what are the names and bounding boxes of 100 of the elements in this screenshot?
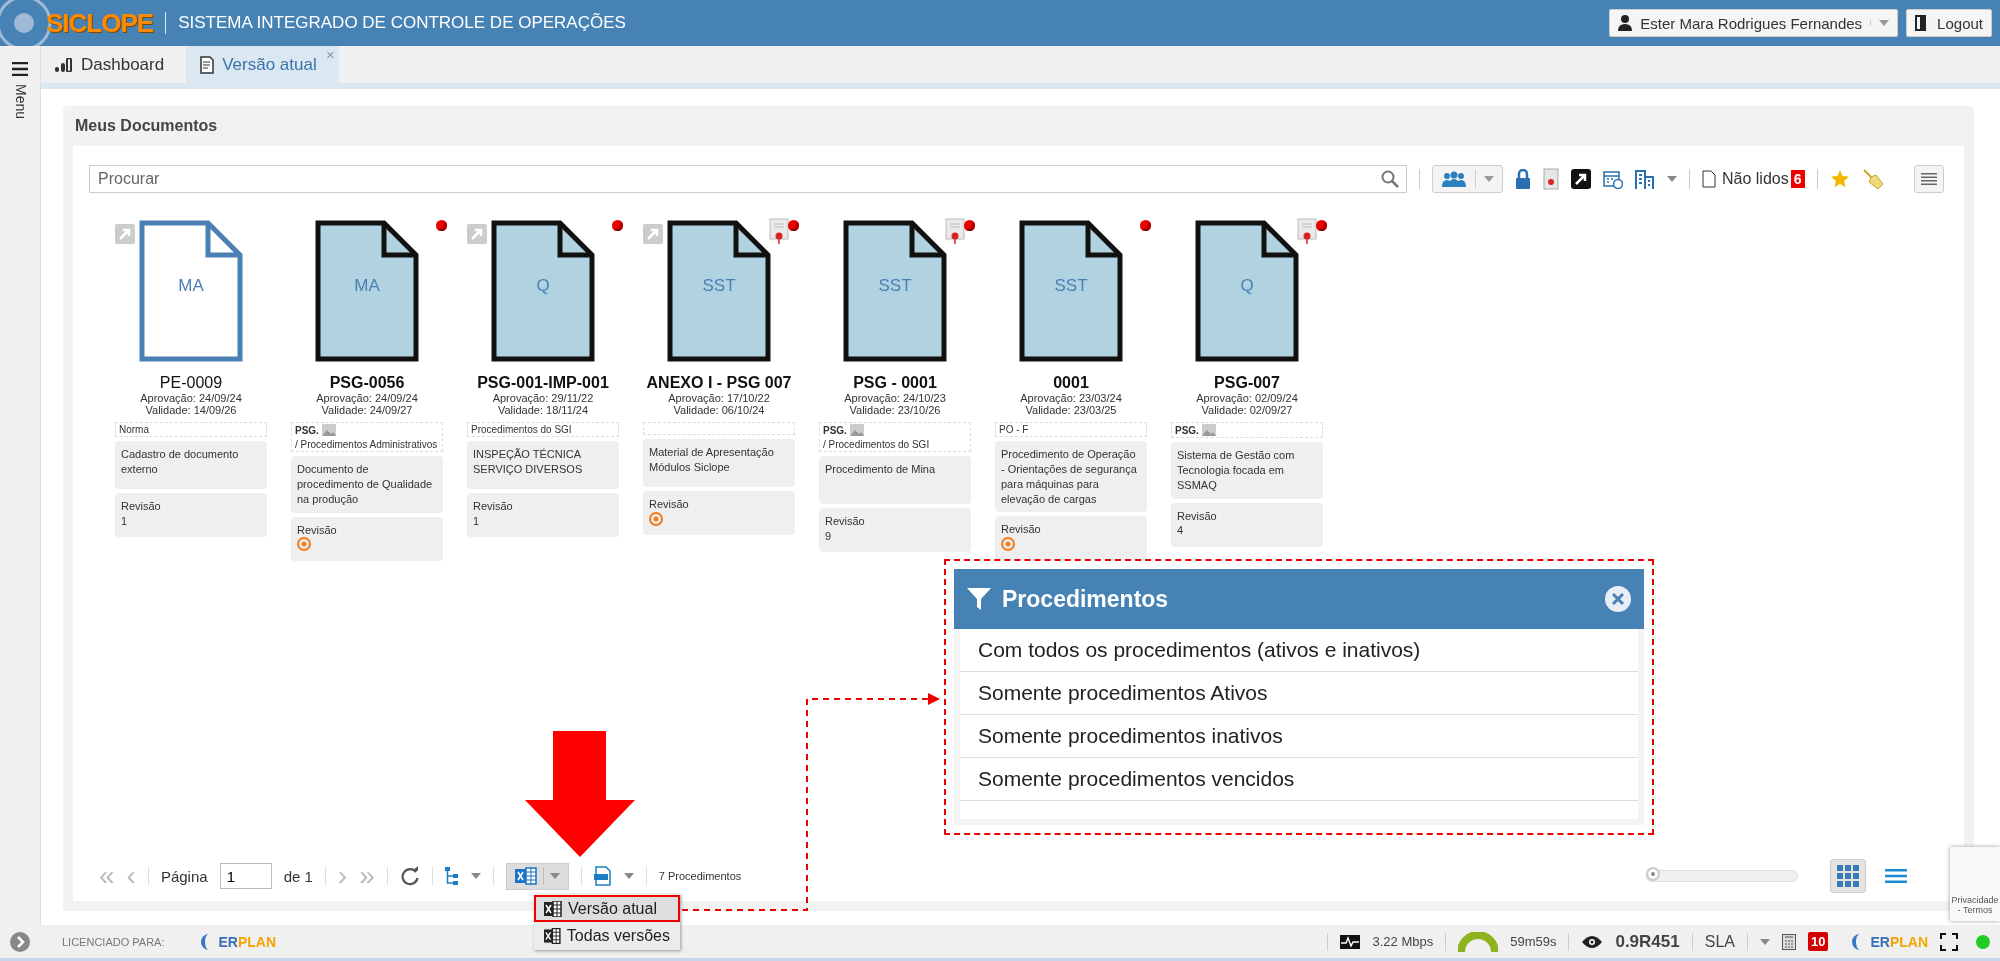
page-total: de 1 bbox=[283, 867, 313, 885]
caret-icon[interactable] bbox=[1667, 176, 1677, 182]
menu-icon[interactable] bbox=[12, 62, 28, 76]
description-text: Cadastro de documento externo bbox=[121, 447, 240, 477]
approval-date: Aprovação: 23/03/24 bbox=[1020, 392, 1122, 404]
description-text: INSPEÇÃO TÉCNICA SERVIÇO DIVERSOS bbox=[473, 447, 584, 477]
menu-item[interactable]: Versão atual bbox=[534, 895, 680, 922]
validity-date: Validade: 18/11/24 bbox=[497, 404, 589, 416]
description-text: Material de Apresentação Módulos Siclope bbox=[649, 445, 775, 475]
category-prefix: PSG. bbox=[295, 424, 319, 436]
filter-option[interactable]: Somente procedimentos inativos bbox=[960, 715, 1638, 758]
calendar-icon[interactable] bbox=[1603, 169, 1623, 189]
user-menu-button[interactable]: Ester Mara Rodrigues Fernandes bbox=[1609, 9, 1899, 37]
document-code[interactable]: PSG-007 bbox=[1214, 374, 1280, 392]
description-text: Procedimento de Mina bbox=[825, 462, 937, 477]
fullscreen-icon[interactable] bbox=[1940, 932, 1958, 951]
revision-label: Revisão bbox=[825, 514, 865, 529]
grid-icon bbox=[1837, 865, 1859, 887]
caret-icon bbox=[1484, 176, 1494, 182]
excel-export-button[interactable] bbox=[505, 862, 569, 890]
search-icon bbox=[1381, 170, 1399, 188]
privacy-terms-link[interactable]: Privacidade - Termos bbox=[1950, 895, 2000, 915]
spreadsheet-icon bbox=[514, 867, 537, 885]
validity-date: Validade: 24/09/27 bbox=[321, 404, 413, 416]
unread-count-badge: 6 bbox=[1790, 170, 1805, 188]
validity-date: Validade: 06/10/24 bbox=[673, 404, 765, 416]
alerts-count-badge[interactable]: 10 bbox=[1807, 932, 1829, 951]
page-number-field[interactable]: 1 bbox=[219, 863, 272, 889]
certificate-icon[interactable] bbox=[1543, 168, 1559, 190]
validity-date: Validade: 02/09/27 bbox=[1201, 404, 1293, 416]
document-icon[interactable] bbox=[843, 220, 947, 362]
document-code[interactable]: PE-0009 bbox=[159, 374, 223, 392]
record-count: 7 Procedimentos bbox=[658, 870, 742, 882]
document-type-label: MA bbox=[177, 276, 205, 296]
pdf-icon[interactable] bbox=[593, 866, 612, 886]
slider-thumb[interactable] bbox=[1646, 867, 1660, 881]
unread-filter-button[interactable]: Não lidos bbox=[1702, 170, 1789, 188]
lock-icon[interactable] bbox=[1515, 169, 1531, 189]
session-gauge-icon bbox=[1458, 931, 1499, 952]
app-logo: SICLOPE bbox=[46, 7, 154, 39]
company-logo: ERPLAN bbox=[1852, 933, 1928, 950]
session-timer: 59m59s bbox=[1510, 934, 1557, 949]
group-filter-button[interactable] bbox=[1432, 165, 1503, 193]
search-field[interactable]: Procurar bbox=[89, 165, 1407, 193]
caret-icon[interactable] bbox=[1759, 938, 1770, 945]
zoom-slider[interactable] bbox=[1646, 870, 1798, 882]
grid-view-button[interactable] bbox=[1830, 859, 1866, 893]
image-icon bbox=[1201, 424, 1216, 436]
revision-label: Revisão bbox=[297, 522, 337, 538]
sla-selector[interactable]: SLA bbox=[1704, 932, 1735, 951]
menu-label[interactable]: Menu bbox=[13, 84, 27, 120]
approval-date: Aprovação: 24/09/24 bbox=[316, 392, 418, 404]
tab[interactable]: Dashboard bbox=[41, 46, 187, 83]
approval-date: Aprovação: 24/10/23 bbox=[844, 392, 946, 404]
document-type-label: SST bbox=[877, 276, 913, 296]
document-type-label: Q bbox=[1239, 276, 1255, 296]
caret-icon[interactable] bbox=[623, 873, 634, 879]
menu-icon bbox=[1921, 172, 1937, 186]
document-code[interactable]: PSG - 0001 bbox=[853, 374, 937, 392]
options-menu-button[interactable] bbox=[1914, 165, 1944, 193]
approval-date: Aprovação: 17/10/22 bbox=[668, 392, 770, 404]
revision-label: Revisão bbox=[1177, 508, 1217, 524]
building-icon[interactable] bbox=[1635, 169, 1655, 189]
document-icon[interactable] bbox=[667, 220, 771, 362]
document-icon[interactable] bbox=[315, 220, 419, 362]
close-icon[interactable] bbox=[1604, 585, 1632, 613]
filter-option[interactable]: Com todos os procedimentos (ativos e inativos) bbox=[960, 629, 1638, 672]
caret-icon[interactable] bbox=[470, 873, 481, 879]
calculator-icon[interactable] bbox=[1781, 933, 1796, 950]
filter-option[interactable]: Somente procedimentos vencidos bbox=[960, 758, 1638, 801]
connection-speed: 3.22 Mbps bbox=[1372, 934, 1434, 949]
document-icon[interactable] bbox=[491, 220, 595, 362]
refresh-icon[interactable] bbox=[399, 866, 420, 886]
filter-option[interactable]: Somente procedimentos Ativos bbox=[960, 672, 1638, 715]
caret-icon bbox=[1879, 20, 1890, 26]
document-code[interactable]: PSG-001-IMP-001 bbox=[477, 374, 609, 392]
logout-button[interactable]: Logout bbox=[1906, 9, 1992, 37]
document-icon[interactable] bbox=[1019, 220, 1123, 362]
broom-icon[interactable] bbox=[1861, 168, 1884, 190]
revision-label: Revisão bbox=[121, 499, 161, 514]
category-prefix: PSG. bbox=[1175, 424, 1199, 436]
document-code[interactable]: ANEXO I - PSG 007 bbox=[646, 374, 792, 392]
document-icon bbox=[200, 55, 215, 74]
description-text: Sistema de Gestão com Tecnologia focada em SSMAQ bbox=[1177, 448, 1296, 493]
menu-item[interactable]: Todas versões bbox=[534, 922, 680, 949]
hierarchy-icon[interactable] bbox=[444, 867, 459, 885]
document-type-label: MA bbox=[353, 276, 381, 296]
category-prefix: PSG. bbox=[823, 424, 847, 436]
tab[interactable]: Versão atual × bbox=[186, 46, 339, 83]
spreadsheet-icon bbox=[544, 927, 561, 944]
page-icon bbox=[1702, 170, 1716, 188]
category-text: Norma bbox=[119, 424, 149, 435]
revision-label: Revisão bbox=[649, 497, 689, 512]
filter-icon bbox=[966, 586, 992, 612]
document-code[interactable]: 0001 bbox=[1053, 374, 1089, 392]
image-icon bbox=[849, 424, 864, 436]
document-icon[interactable] bbox=[1195, 220, 1299, 362]
validity-date: Validade: 23/03/25 bbox=[1025, 404, 1117, 416]
star-icon[interactable] bbox=[1829, 169, 1850, 189]
document-code[interactable]: PSG-0056 bbox=[329, 374, 405, 392]
